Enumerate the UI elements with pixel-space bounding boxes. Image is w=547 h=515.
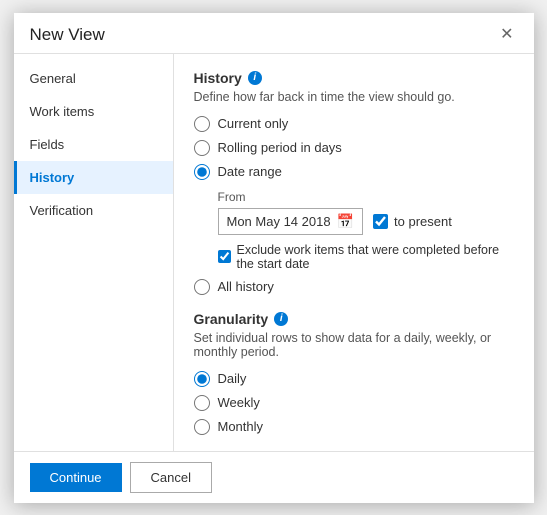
to-present-checkbox[interactable] (373, 214, 388, 229)
radio-label-rolling-period: Rolling period in days (218, 140, 342, 155)
option-current-only[interactable]: Current only (194, 116, 514, 132)
dialog-title: New View (30, 25, 105, 45)
radio-weekly[interactable] (194, 395, 210, 411)
all-history-option: All history (194, 279, 514, 295)
date-range-sub: From Mon May 14 2018 📅 to present Exclud… (218, 190, 514, 271)
option-rolling-period[interactable]: Rolling period in days (194, 140, 514, 156)
dialog-header: New View ✕ (14, 13, 534, 54)
date-row: Mon May 14 2018 📅 to present (218, 208, 514, 235)
dialog-body: General Work items Fields History Verifi… (14, 54, 534, 451)
continue-button[interactable]: Continue (30, 463, 122, 492)
sidebar-item-label: Work items (30, 104, 95, 119)
date-picker[interactable]: Mon May 14 2018 📅 (218, 208, 364, 235)
option-monthly[interactable]: Monthly (194, 419, 514, 435)
sidebar-item-label: Fields (30, 137, 65, 152)
sidebar-item-history[interactable]: History (14, 161, 173, 194)
granularity-info-icon[interactable]: i (274, 312, 288, 326)
to-present-label: to present (394, 214, 452, 229)
sidebar-item-label: General (30, 71, 76, 86)
radio-all-history[interactable] (194, 279, 210, 295)
exclude-label: Exclude work items that were completed b… (237, 243, 514, 271)
calendar-icon: 📅 (337, 213, 354, 230)
radio-date-range[interactable] (194, 164, 210, 180)
date-value: Mon May 14 2018 (227, 214, 331, 229)
history-section-title: History i (194, 70, 514, 86)
history-info-icon[interactable]: i (248, 71, 262, 85)
radio-label-daily: Daily (218, 371, 247, 386)
radio-label-all-history: All history (218, 279, 274, 294)
radio-label-monthly: Monthly (218, 419, 264, 434)
option-all-history[interactable]: All history (194, 279, 514, 295)
sidebar-item-label: History (30, 170, 75, 185)
exclude-checkbox[interactable] (218, 249, 231, 264)
radio-rolling-period[interactable] (194, 140, 210, 156)
close-button[interactable]: ✕ (496, 25, 517, 45)
option-weekly[interactable]: Weekly (194, 395, 514, 411)
sidebar-item-label: Verification (30, 203, 94, 218)
radio-monthly[interactable] (194, 419, 210, 435)
new-view-dialog: New View ✕ General Work items Fields His… (14, 13, 534, 503)
history-description: Define how far back in time the view sho… (194, 90, 514, 104)
main-content: History i Define how far back in time th… (174, 54, 534, 451)
radio-label-weekly: Weekly (218, 395, 260, 410)
from-label: From (218, 190, 514, 204)
radio-current-only[interactable] (194, 116, 210, 132)
sidebar-item-fields[interactable]: Fields (14, 128, 173, 161)
cancel-button[interactable]: Cancel (130, 462, 212, 493)
granularity-section-title: Granularity i (194, 311, 514, 327)
granularity-options: Daily Weekly Monthly (194, 371, 514, 435)
sidebar-item-work-items[interactable]: Work items (14, 95, 173, 128)
radio-label-date-range: Date range (218, 164, 282, 179)
sidebar-item-verification[interactable]: Verification (14, 194, 173, 227)
sidebar-item-general[interactable]: General (14, 62, 173, 95)
granularity-description: Set individual rows to show data for a d… (194, 331, 514, 359)
to-present-row: to present (373, 214, 452, 229)
radio-label-current-only: Current only (218, 116, 289, 131)
exclude-row: Exclude work items that were completed b… (218, 243, 514, 271)
dialog-footer: Continue Cancel (14, 451, 534, 503)
history-options: Current only Rolling period in days Date… (194, 116, 514, 180)
option-daily[interactable]: Daily (194, 371, 514, 387)
sidebar: General Work items Fields History Verifi… (14, 54, 174, 451)
radio-daily[interactable] (194, 371, 210, 387)
option-date-range[interactable]: Date range (194, 164, 514, 180)
